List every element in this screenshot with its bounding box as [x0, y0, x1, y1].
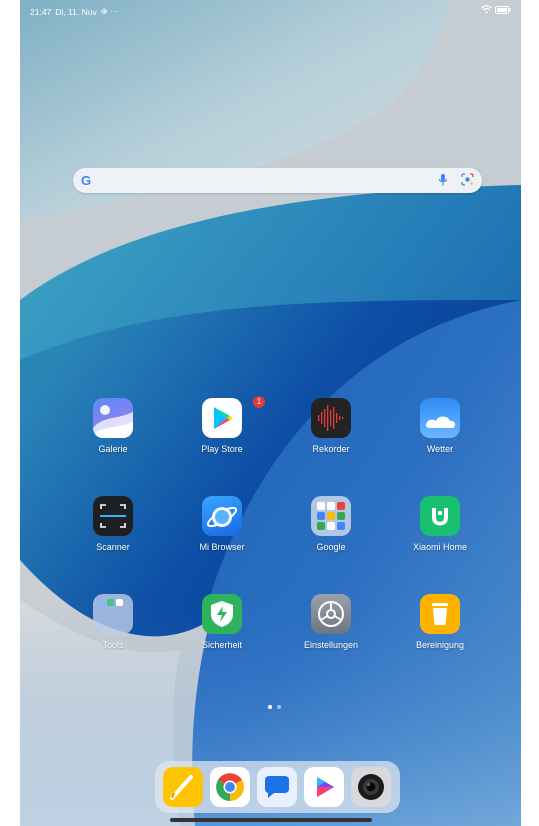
app-wetter[interactable]: Wetter: [396, 398, 484, 454]
app-label: Scanner: [96, 542, 130, 552]
scanner-icon: [93, 496, 133, 536]
play-store-icon: [202, 398, 242, 438]
settings-icon: [311, 594, 351, 634]
status-time: 21:47: [30, 6, 52, 17]
app-mi-browser[interactable]: Mi Browser: [178, 496, 266, 552]
app-label: Xiaomi Home: [412, 542, 468, 552]
status-extra: ⊕ ···: [100, 6, 119, 16]
app-label: Play Store: [201, 444, 243, 454]
app-einstellungen[interactable]: Einstellungen: [287, 594, 375, 650]
battery-icon: [495, 5, 511, 14]
weather-icon: [420, 398, 460, 438]
app-label: Sicherheit: [201, 640, 243, 650]
app-label: Google: [316, 542, 346, 552]
mic-icon[interactable]: [438, 173, 448, 187]
notification-badge: 1: [253, 396, 265, 408]
app-scanner[interactable]: Scanner: [69, 496, 157, 552]
home-screen: 21:47 Di, 11. Nov ⊕ ··· G Galerie Play S…: [20, 0, 521, 826]
page-indicator: [268, 705, 281, 709]
game-launcher-icon[interactable]: [304, 767, 344, 807]
page-dot: [277, 705, 281, 709]
app-label: Galerie: [98, 444, 128, 454]
status-bar: 21:47 Di, 11. Nov ⊕ ···: [20, 0, 521, 22]
google-search-bar[interactable]: G: [73, 168, 482, 193]
dock: [155, 761, 400, 813]
notes-icon[interactable]: [163, 767, 203, 807]
home-indicator-bar[interactable]: [170, 818, 372, 822]
app-xiaomi-home[interactable]: Xiaomi Home: [396, 496, 484, 552]
google-folder-icon: [311, 496, 351, 536]
app-google-folder[interactable]: Google: [287, 496, 375, 552]
wifi-icon: [481, 5, 492, 14]
cleaner-icon: [420, 594, 460, 634]
app-label: Wetter: [426, 444, 454, 454]
app-sicherheit[interactable]: Sicherheit: [178, 594, 266, 650]
security-icon: [202, 594, 242, 634]
messages-icon[interactable]: [257, 767, 297, 807]
tools-folder-icon: [93, 594, 133, 634]
app-play-store[interactable]: Play Store: [178, 398, 266, 454]
app-label: Mi Browser: [199, 542, 245, 552]
page-dot-active: [268, 705, 272, 709]
xiaomi-home-icon: [420, 496, 460, 536]
app-tools-folder[interactable]: Tools: [69, 594, 157, 650]
chrome-icon[interactable]: [210, 767, 250, 807]
app-galerie[interactable]: Galerie: [69, 398, 157, 454]
status-date: Di, 11. Nov: [55, 6, 97, 17]
gallery-icon: [93, 398, 133, 438]
lens-icon[interactable]: [461, 173, 474, 186]
app-bereinigung[interactable]: Bereinigung: [396, 594, 484, 650]
recorder-icon: [311, 398, 351, 438]
browser-icon: [202, 496, 242, 536]
app-label: Einstellungen: [303, 640, 359, 650]
app-label: Bereinigung: [415, 640, 465, 650]
app-label: Tools: [102, 640, 124, 650]
google-logo-icon: G: [81, 173, 92, 188]
camera-icon[interactable]: [351, 767, 391, 807]
app-label: Rekorder: [312, 444, 350, 454]
app-rekorder[interactable]: Rekorder: [287, 398, 375, 454]
